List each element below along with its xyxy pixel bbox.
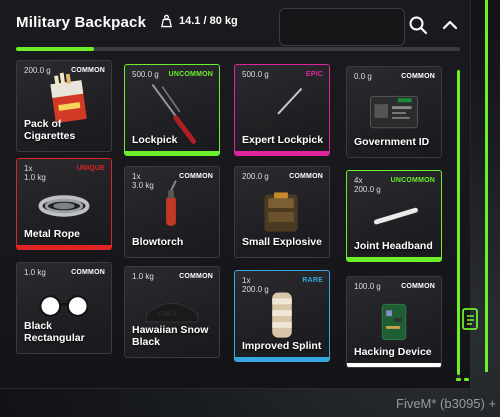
item-name: Metal Rope bbox=[24, 228, 81, 240]
item-name: Small Explosive bbox=[242, 236, 322, 248]
item-card[interactable]: 200.0 g COMMON Pack of Cigarettes bbox=[16, 60, 112, 152]
item-weight: 100.0 g bbox=[354, 282, 381, 291]
item-weight: 200.0 g bbox=[242, 172, 269, 181]
item-card[interactable]: 500.0 g EPIC Expert Lockpick bbox=[234, 64, 330, 156]
chevron-up-icon bbox=[442, 20, 458, 30]
item-weight-value: 1.0 kg bbox=[24, 173, 46, 182]
item-weight: 1.0 kg bbox=[24, 268, 46, 277]
item-name: Government ID bbox=[354, 136, 430, 148]
item-rarity-bar bbox=[125, 151, 219, 155]
item-rarity: UNCOMMON bbox=[390, 177, 435, 184]
item-rarity-bar bbox=[17, 245, 111, 249]
item-rarity: COMMON bbox=[401, 283, 435, 290]
item-weight: 1.0 kg bbox=[132, 272, 154, 281]
item-weight-value: 0.0 g bbox=[354, 72, 372, 81]
item-weight-value: 200.0 g bbox=[24, 66, 51, 75]
item-quantity: 1x bbox=[132, 172, 141, 181]
item-name: Joint Headband bbox=[354, 240, 433, 252]
item-rarity-bar bbox=[235, 357, 329, 361]
page-indicator bbox=[456, 378, 476, 382]
item-weight: 1x 3.0 kg bbox=[132, 172, 154, 190]
page-dot bbox=[464, 378, 469, 381]
item-name: Blowtorch bbox=[132, 236, 184, 248]
item-rarity: COMMON bbox=[401, 73, 435, 80]
item-rarity: EPIC bbox=[305, 71, 323, 78]
item-weight-value: 1.0 kg bbox=[132, 272, 154, 281]
item-weight-value: 500.0 g bbox=[242, 70, 269, 79]
svg-text:OBEY: OBEY bbox=[158, 311, 177, 318]
item-weight-value: 500.0 g bbox=[132, 70, 159, 79]
item-card[interactable]: 100.0 g COMMON Hacking Device bbox=[346, 276, 442, 368]
item-card[interactable]: 200.0 g COMMON Small Explosive bbox=[234, 166, 330, 258]
item-name: Pack of Cigarettes bbox=[24, 118, 76, 142]
item-rarity: COMMON bbox=[71, 67, 105, 74]
item-weight-value: 200.0 g bbox=[242, 172, 269, 181]
item-rarity-bar bbox=[235, 151, 329, 155]
item-card[interactable]: 4x 200.0 g UNCOMMON Joint Headband bbox=[346, 170, 442, 262]
weight-progress-fill bbox=[16, 47, 95, 51]
item-card[interactable]: 1x 200.0 g RARE Improved Splint bbox=[234, 270, 330, 362]
search-input[interactable] bbox=[279, 8, 405, 46]
item-name: Black Rectangular bbox=[24, 320, 85, 344]
item-quantity: 4x bbox=[354, 176, 363, 185]
item-weight-value: 100.0 g bbox=[354, 282, 381, 291]
item-name: Improved Splint bbox=[242, 340, 322, 352]
item-rarity-bar bbox=[347, 363, 441, 367]
weight-text: 14.1 / 80 kg bbox=[179, 15, 238, 27]
item-name: Lockpick bbox=[132, 134, 178, 146]
item-card[interactable]: 1x 1.0 kg UNIQUE Metal Rope bbox=[16, 158, 112, 250]
item-weight-value: 1.0 kg bbox=[24, 268, 46, 277]
page-dot bbox=[456, 378, 461, 381]
weight-indicator: 14.1 / 80 kg bbox=[160, 14, 238, 28]
item-name: Hacking Device bbox=[354, 346, 432, 358]
item-weight-value: 200.0 g bbox=[242, 285, 269, 294]
search-icon bbox=[409, 16, 428, 35]
item-rarity-bar bbox=[347, 257, 441, 261]
item-card[interactable]: 0.0 g COMMON Government ID bbox=[346, 66, 442, 158]
item-weight-value: 3.0 kg bbox=[132, 181, 154, 190]
item-rarity: COMMON bbox=[179, 273, 213, 280]
item-name: Hawaiian Snow Black bbox=[132, 324, 209, 348]
backpack-title: Military Backpack bbox=[16, 14, 147, 31]
item-weight-value: 200.0 g bbox=[354, 185, 381, 194]
item-card[interactable]: 1x 3.0 kg COMMON Blowtorch bbox=[124, 166, 220, 258]
item-card[interactable]: 1.0 kg COMMON Black Rectangular bbox=[16, 262, 112, 354]
document-icon[interactable] bbox=[461, 307, 479, 333]
item-quantity: 1x bbox=[242, 276, 251, 285]
search-button[interactable] bbox=[405, 12, 431, 38]
item-weight: 500.0 g bbox=[242, 70, 269, 79]
weight-progress-track bbox=[16, 47, 460, 51]
collapse-button[interactable] bbox=[437, 12, 463, 38]
item-weight: 500.0 g bbox=[132, 70, 159, 79]
side-accent-rail bbox=[485, 0, 488, 372]
item-weight: 1x 200.0 g bbox=[242, 276, 269, 294]
watermark: FiveM* (b3095) + bbox=[396, 396, 497, 411]
item-rarity: COMMON bbox=[289, 173, 323, 180]
item-rarity: RARE bbox=[302, 277, 323, 284]
item-name: Expert Lockpick bbox=[242, 134, 324, 146]
scrollbar-thumb[interactable] bbox=[457, 70, 460, 375]
item-weight: 4x 200.0 g bbox=[354, 176, 381, 194]
item-card[interactable]: OBEY 1.0 kg COMMON Hawaiian Snow Black bbox=[124, 266, 220, 358]
item-rarity: COMMON bbox=[179, 173, 213, 180]
item-card[interactable]: 500.0 g UNCOMMON Lockpick bbox=[124, 64, 220, 156]
inventory-panel: Military Backpack 14.1 / 80 kg 200.0 g CO… bbox=[0, 0, 478, 389]
weight-icon bbox=[161, 14, 172, 28]
item-rarity: UNIQUE bbox=[76, 165, 105, 172]
item-rarity: COMMON bbox=[71, 269, 105, 276]
item-quantity: 1x bbox=[24, 164, 33, 173]
item-weight: 1x 1.0 kg bbox=[24, 164, 46, 182]
item-weight: 0.0 g bbox=[354, 72, 372, 81]
item-rarity: UNCOMMON bbox=[168, 71, 213, 78]
item-weight: 200.0 g bbox=[24, 66, 51, 75]
